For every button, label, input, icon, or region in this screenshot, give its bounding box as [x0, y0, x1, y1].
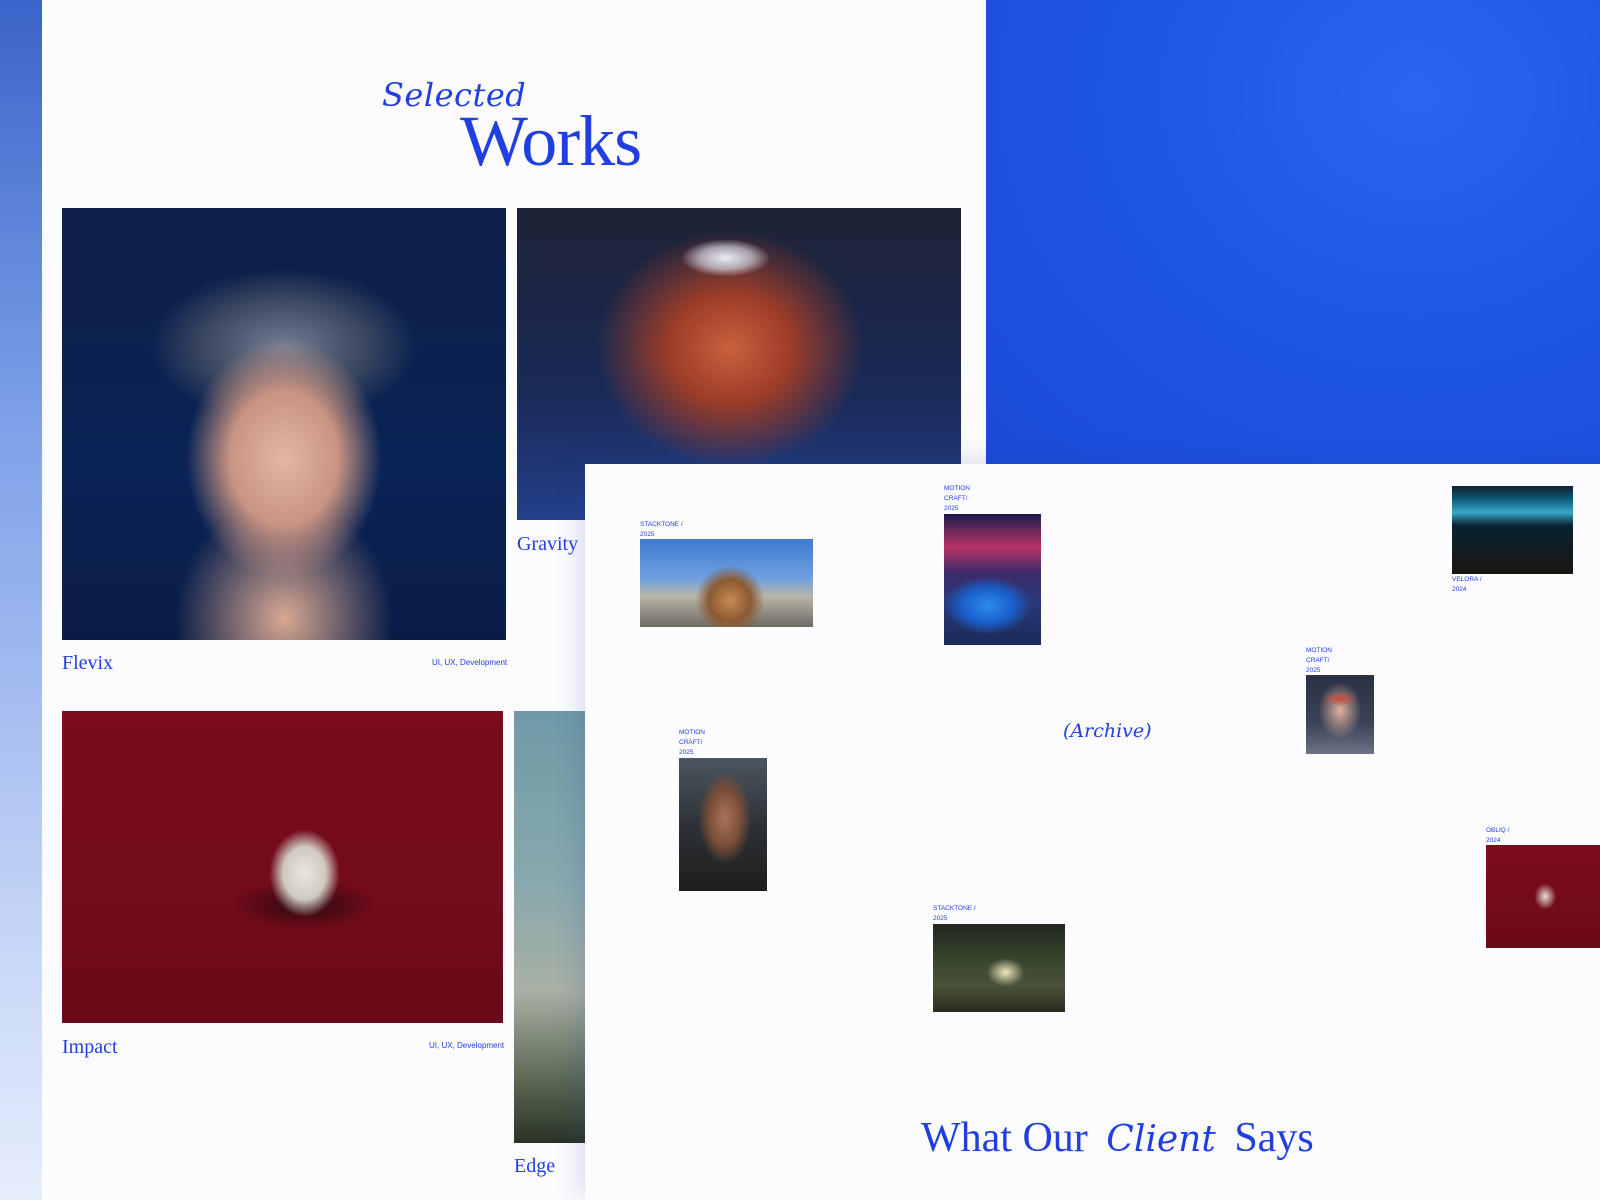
- heading-main: Works: [460, 101, 642, 181]
- work-title-gravity[interactable]: Gravity: [517, 533, 578, 556]
- archive-item-label: MOTION CRAFT/ 2025: [679, 729, 705, 756]
- archive-thumb-visor[interactable]: [1306, 675, 1374, 754]
- work-image-impact[interactable]: [62, 711, 503, 1023]
- work-title-edge[interactable]: Edge: [514, 1155, 555, 1178]
- section-heading: Selected Works: [42, 70, 986, 181]
- clients-heading-post: Says: [1234, 1115, 1314, 1161]
- archive-thumb-car[interactable]: [944, 514, 1041, 645]
- archive-label: (Archive): [1063, 720, 1152, 742]
- work-title-flevix[interactable]: Flevix: [62, 652, 113, 675]
- blue-background-band: [985, 0, 1600, 470]
- archive-item-label: MOTION CRAFT/ 2025: [944, 485, 970, 512]
- archive-thumb-woman[interactable]: [679, 758, 767, 891]
- archive-thumb-faces[interactable]: [1452, 486, 1573, 574]
- work-title-impact[interactable]: Impact: [62, 1036, 118, 1059]
- clients-heading-pre: What Our: [921, 1115, 1088, 1161]
- archive-item-label: STACKTONE / 2025: [640, 521, 683, 538]
- archive-item-label: STACKTONE / 2025: [933, 905, 976, 922]
- clients-heading-script: Client: [1106, 1119, 1216, 1160]
- archive-item-label: OBLIQ / 2024: [1486, 827, 1510, 844]
- work-tags-flevix: UI, UX, Development: [432, 658, 508, 667]
- clients-heading: What Our Client Says: [921, 1114, 1314, 1162]
- archive-item-label: VELORA / 2024: [1452, 576, 1482, 593]
- archive-thumb-dog[interactable]: [640, 539, 813, 627]
- work-tags-impact: UI, UX, Development: [429, 1041, 505, 1050]
- archive-thumb-chair[interactable]: [933, 924, 1065, 1012]
- archive-thumb-red[interactable]: [1486, 845, 1600, 948]
- archive-panel: STACKTONE / 2025 MOTION CRAFT/ 2025 VELO…: [585, 464, 1600, 1200]
- work-image-flevix[interactable]: [62, 208, 506, 640]
- archive-item-label: MOTION CRAFT/ 2025: [1306, 647, 1332, 674]
